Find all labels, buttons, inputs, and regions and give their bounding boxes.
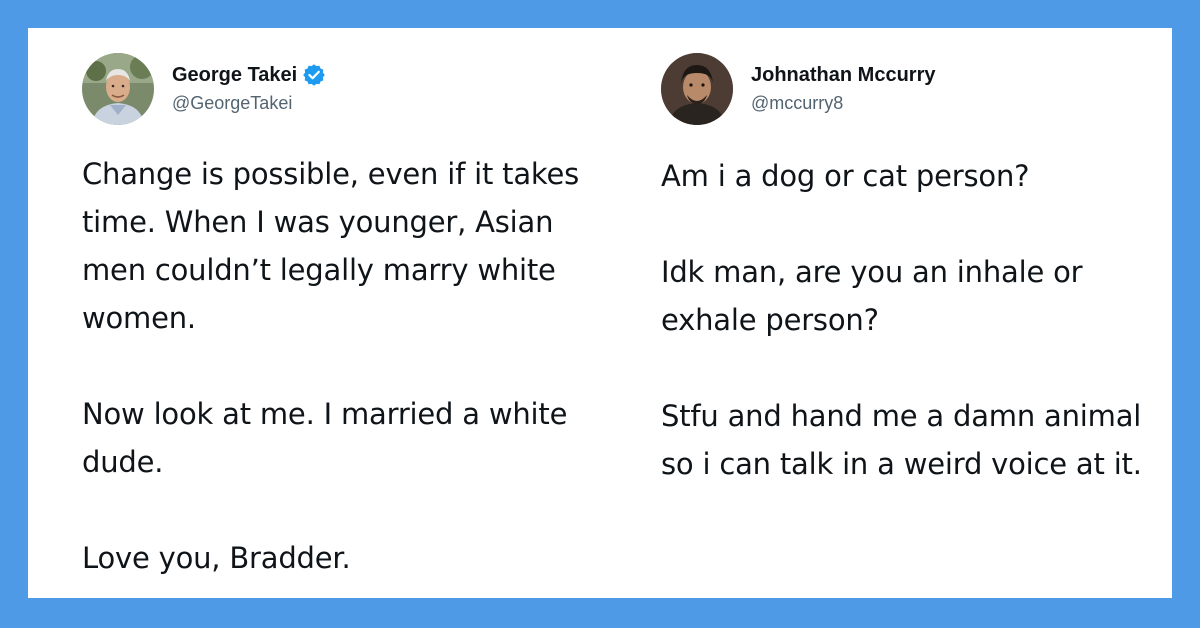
tweet-text: Change is possible, even if it takes tim… [82,150,582,582]
tweet-paragraph: Now look at me. I married a white dude. [82,397,568,479]
avatar[interactable] [661,53,733,125]
tweet-paragraph: Stfu and hand me a damn animal so i can … [661,399,1142,481]
tweet-header: Johnathan Mccurry @mccurry8 [661,50,935,128]
user-identity: George Takei @GeorgeTakei [172,62,326,116]
avatar-photo-icon [661,53,733,125]
tweet-johnathan-mccurry[interactable]: Johnathan Mccurry @mccurry8 Am i a dog o… [661,28,1161,598]
tweet-paragraph: Am i a dog or cat person? [661,159,1030,193]
display-name[interactable]: George Takei [172,62,297,88]
tweet-george-takei[interactable]: George Takei @GeorgeTakei Change is poss… [82,28,582,598]
name-row: George Takei [172,62,326,88]
tweet-text: Am i a dog or cat person? Idk man, are y… [661,152,1161,488]
tweet-header: George Takei @GeorgeTakei [82,50,326,128]
user-identity: Johnathan Mccurry @mccurry8 [751,62,935,116]
tweet-paragraph: Change is possible, even if it takes tim… [82,157,580,335]
tweet-paragraph: Love you, Bradder. [82,541,351,575]
user-handle[interactable]: @GeorgeTakei [172,90,325,116]
tweets-card: George Takei @GeorgeTakei Change is poss… [28,28,1172,598]
display-name[interactable]: Johnathan Mccurry [751,62,935,88]
tweet-paragraph: Idk man, are you an inhale or exhale per… [661,255,1083,337]
avatar[interactable] [82,53,154,125]
avatar-photo-icon [82,53,154,125]
user-handle[interactable]: @mccurry8 [751,90,935,116]
verified-badge-icon [303,64,326,86]
name-row: Johnathan Mccurry [751,62,935,88]
